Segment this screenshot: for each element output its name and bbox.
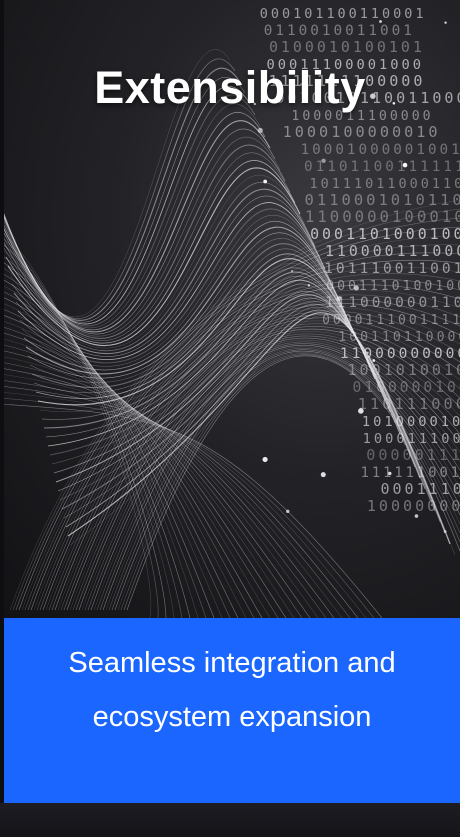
svg-text:1000000000000000: 1000000000000000 (367, 497, 460, 515)
svg-text:1000100000100111: 1000100000100111 (301, 142, 460, 158)
svg-text:1000100000010: 1000100000010 (283, 123, 441, 141)
svg-text:011011001111111: 011011001111111 (304, 159, 460, 175)
svg-text:1011100110011: 1011100110011 (324, 260, 460, 277)
feature-card[interactable]: 000101100110001 0110010011001 010001010010… (0, 0, 460, 837)
svg-text:0110010011001: 0110010011001 (264, 23, 415, 39)
svg-text:101000010011001: 101000010011001 (362, 414, 460, 430)
caption-panel: Seamless integration and ecosystem expan… (4, 618, 460, 803)
svg-text:000101100110001: 000101100110001 (260, 6, 427, 22)
card-footer (0, 803, 460, 837)
svg-text:11000001000101: 11000001000101 (305, 207, 460, 226)
caption-line-1: Seamless integration and (68, 647, 396, 679)
card-title: Extensibility (94, 62, 366, 113)
svg-text:00011100111101111: 00011100111101111 (380, 480, 460, 498)
hero-image: 000101100110001 0110010011001 010001010010… (0, 0, 460, 618)
svg-text:010000010000: 010000010000 (353, 379, 460, 396)
svg-text:11100000011011000: 11100000011011000 (325, 295, 460, 311)
caption-line-2: ecosystem expansion (92, 701, 372, 733)
card-caption: Seamless integration and ecosystem expan… (4, 636, 460, 744)
svg-text:101110110001101: 101110110001101 (309, 176, 460, 192)
svg-text:0100010100101: 0100010100101 (269, 38, 425, 56)
